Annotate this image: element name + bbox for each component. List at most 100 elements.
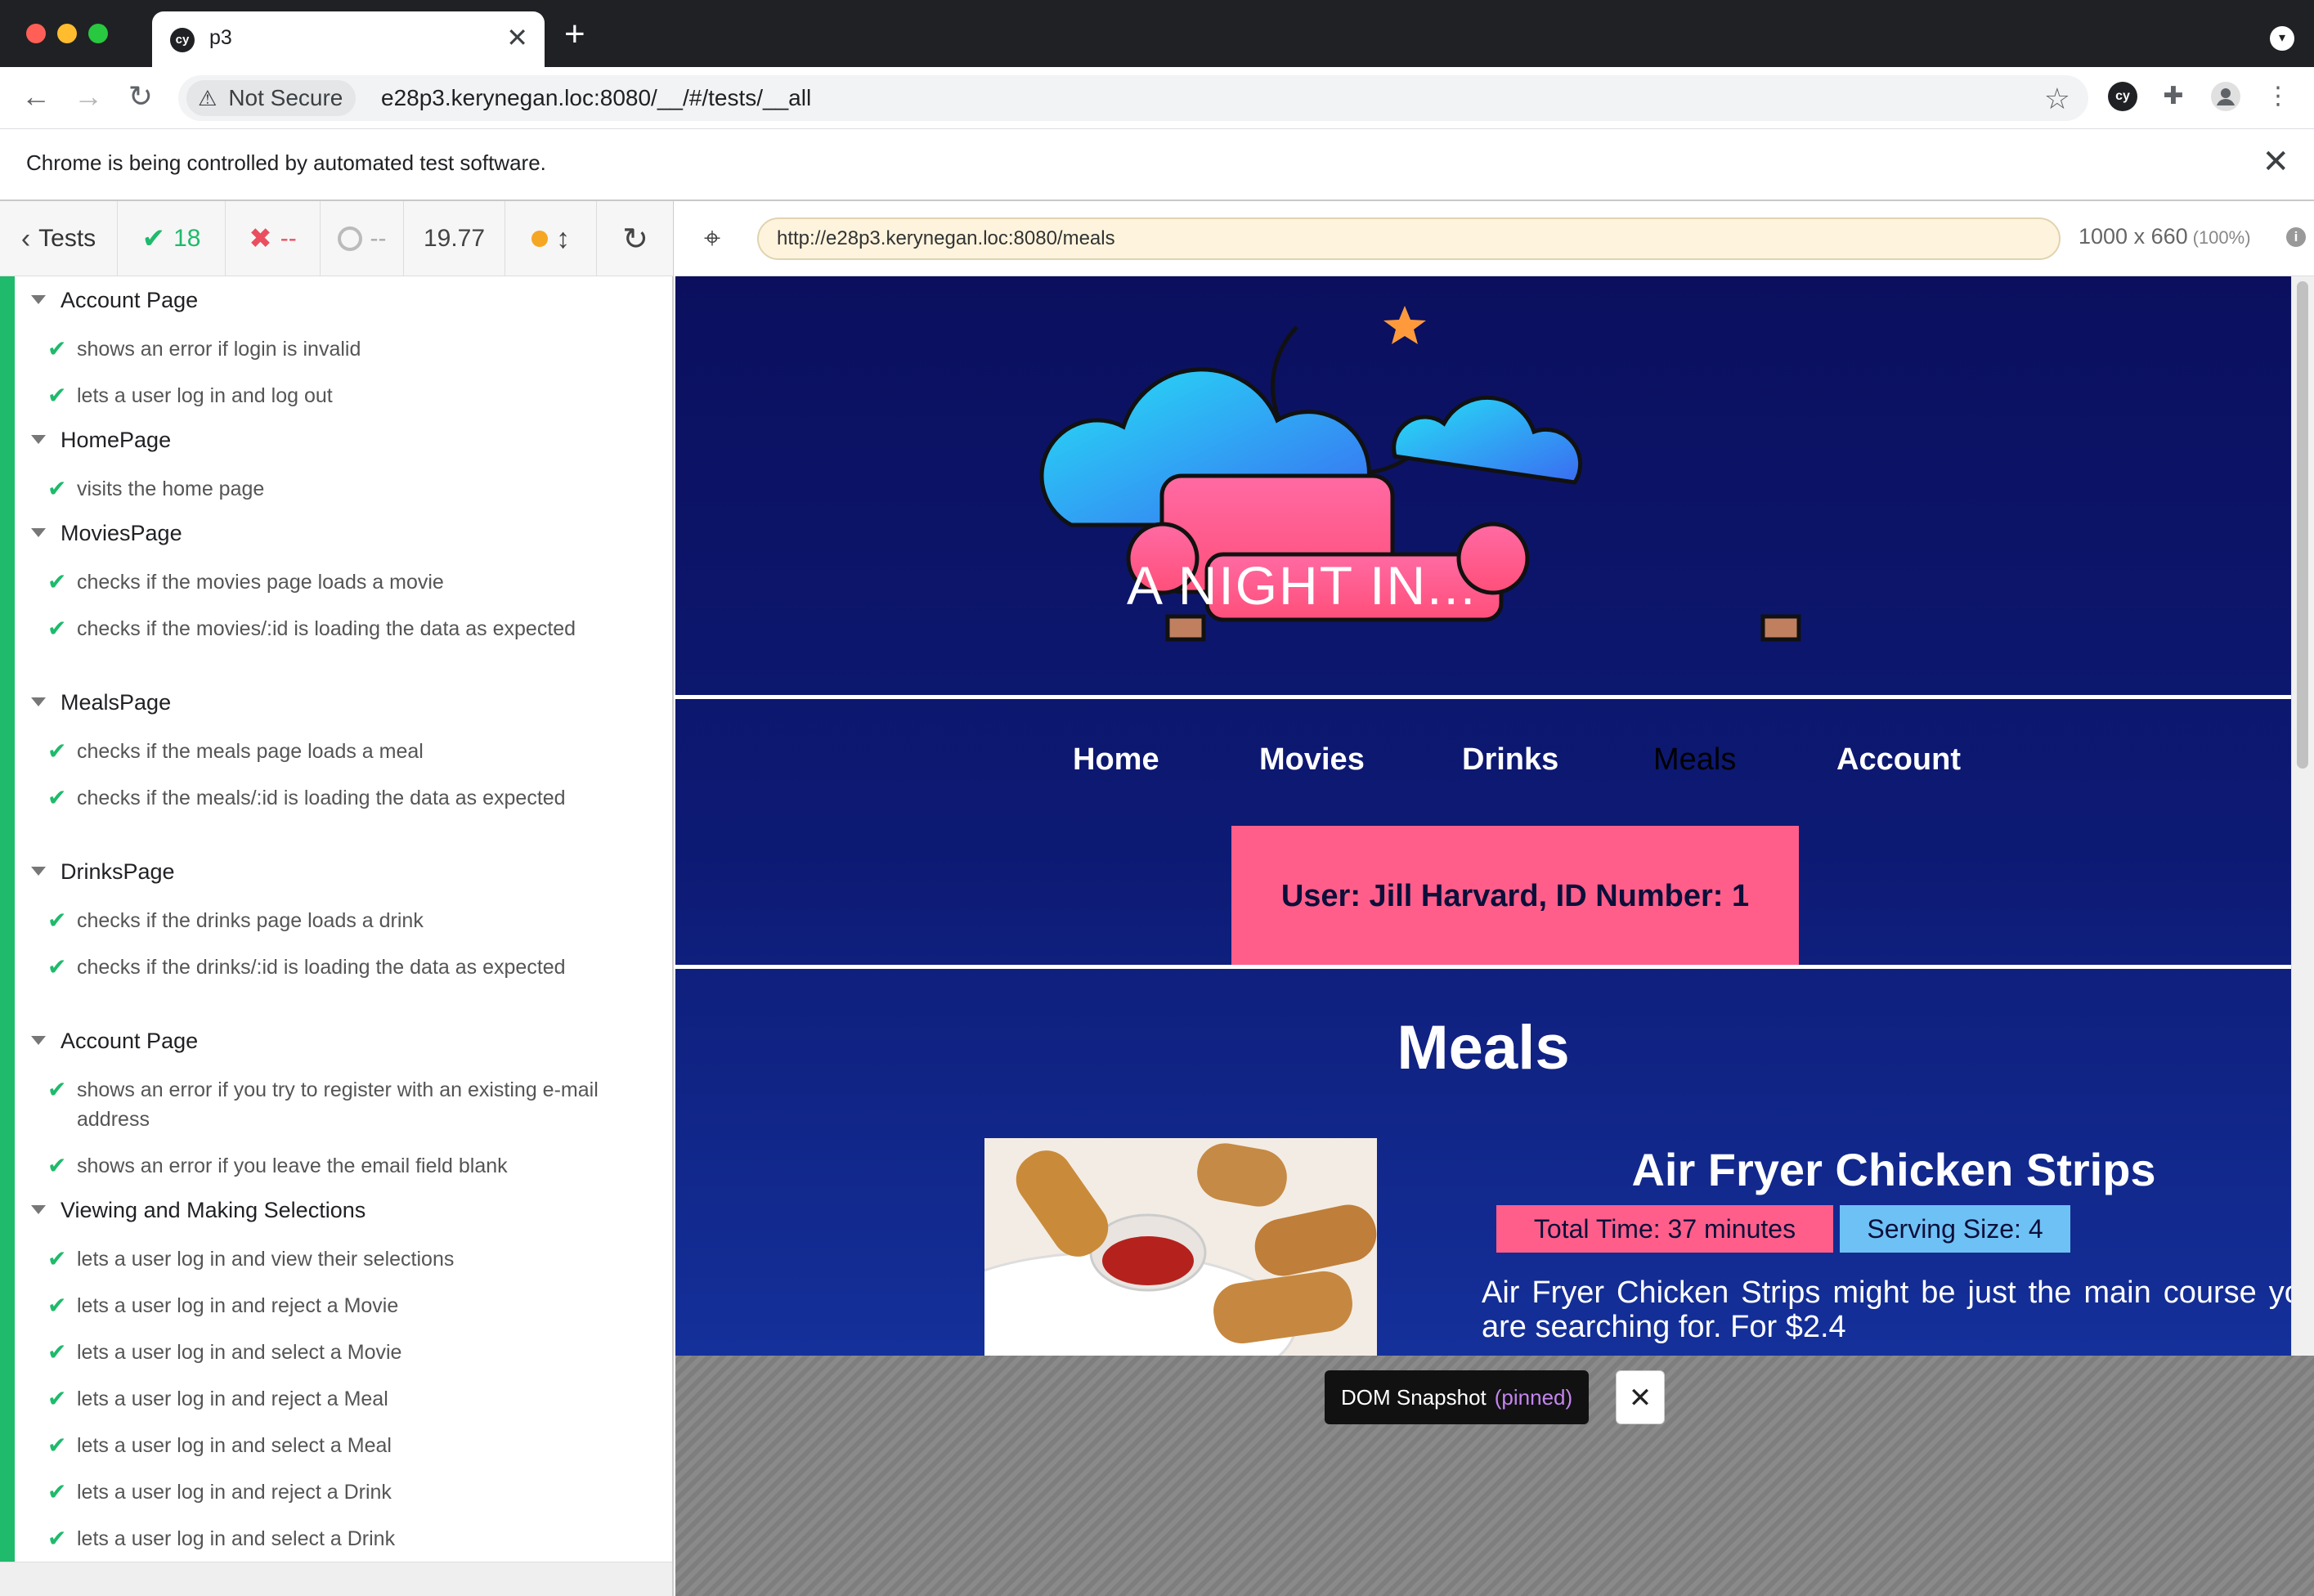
test-row[interactable]: ✔ checks if the meals page loads a meal bbox=[47, 737, 612, 766]
test-row[interactable]: ✔ checks if the meals/:id is loading the … bbox=[47, 783, 612, 813]
test-title: lets a user log in and reject a Movie bbox=[77, 1294, 399, 1317]
test-title: visits the home page bbox=[77, 477, 265, 500]
test-title: lets a user log in and select a Drink bbox=[77, 1527, 396, 1550]
passed-check-icon: ✔ bbox=[47, 1432, 67, 1458]
command-reporter: Account Page ✔ shows an error if login is … bbox=[0, 276, 674, 1596]
meal-photo[interactable] bbox=[984, 1138, 1377, 1356]
test-row[interactable]: ✔ checks if the movies page loads a movie bbox=[47, 567, 612, 597]
url-text[interactable]: e28p3.kerynegan.loc:8080/__/#/tests/__al… bbox=[381, 85, 811, 111]
test-row[interactable]: ✔ visits the home page bbox=[47, 474, 612, 504]
meal-title[interactable]: Air Fryer Chicken Strips bbox=[1526, 1143, 2262, 1196]
star-icon bbox=[1383, 306, 1426, 344]
suite-title[interactable]: DrinksPage bbox=[31, 859, 175, 885]
cypress-favicon-icon: cy bbox=[170, 28, 195, 52]
passed-check-icon: ✔ bbox=[47, 569, 67, 594]
test-title: checks if the meals page loads a meal bbox=[77, 740, 424, 763]
profile-avatar-icon[interactable] bbox=[2211, 82, 2240, 111]
passed-check-icon: ✔ bbox=[47, 1153, 67, 1178]
info-icon[interactable]: i bbox=[2286, 227, 2306, 247]
test-row[interactable]: ✔ shows an error if you try to register w… bbox=[47, 1075, 612, 1134]
back-to-tests-button[interactable]: ‹ Tests bbox=[0, 201, 118, 276]
address-bar[interactable]: ⚠ Not Secure e28p3.kerynegan.loc:8080/__… bbox=[178, 75, 2088, 121]
failed-value: -- bbox=[280, 225, 297, 252]
nav-movies[interactable]: Movies bbox=[1259, 742, 1365, 778]
viewport-size[interactable]: 1000 x 660 (100%) bbox=[2079, 224, 2251, 249]
test-row[interactable]: ✔ lets a user log in and log out bbox=[47, 381, 612, 410]
snapshot-state: (pinned) bbox=[1494, 1384, 1573, 1410]
window-close-button[interactable] bbox=[26, 24, 46, 43]
status-dot-icon bbox=[531, 231, 548, 247]
suite-label: Account Page bbox=[61, 1029, 199, 1053]
test-row[interactable]: ✔ lets a user log in and reject a Drink bbox=[47, 1477, 612, 1507]
test-row[interactable]: ✔ checks if the movies/:id is loading the… bbox=[47, 614, 612, 643]
scrollbar-thumb[interactable] bbox=[2297, 281, 2308, 769]
test-row[interactable]: ✔ shows an error if you leave the email f… bbox=[47, 1151, 612, 1181]
collapse-triangle-icon bbox=[31, 528, 46, 537]
test-row[interactable]: ✔ lets a user log in and select a Drink bbox=[47, 1524, 612, 1553]
nav-drinks[interactable]: Drinks bbox=[1462, 742, 1558, 778]
test-row[interactable]: ✔ shows an error if login is invalid bbox=[47, 334, 612, 364]
user-banner: User: Jill Harvard, ID Number: 1 bbox=[1231, 826, 1799, 966]
browser-tab[interactable]: cy p3 ✕ bbox=[152, 11, 545, 67]
suite-title[interactable]: Viewing and Making Selections bbox=[31, 1198, 365, 1223]
nav-home[interactable]: Home bbox=[1073, 742, 1159, 778]
test-row[interactable]: ✔ lets a user log in and reject a Meal bbox=[47, 1384, 612, 1414]
snapshot-close-icon[interactable]: ✕ bbox=[1616, 1370, 1665, 1424]
infobar-close-icon[interactable]: ✕ bbox=[2262, 144, 2289, 180]
test-row[interactable]: ✔ lets a user log in and reject a Movie bbox=[47, 1291, 612, 1320]
nav-account[interactable]: Account bbox=[1836, 742, 1961, 778]
new-tab-icon[interactable]: + bbox=[564, 16, 585, 52]
suite-title[interactable]: MealsPage bbox=[31, 690, 171, 715]
up-down-arrow-icon: ↕ bbox=[556, 222, 570, 254]
aut-scrollbar[interactable] bbox=[2291, 276, 2314, 1356]
viewport-dimensions: 1000 x 660 bbox=[2079, 224, 2188, 249]
pending-count[interactable]: -- bbox=[321, 201, 404, 276]
passed-check-icon: ✔ bbox=[47, 616, 67, 641]
bookmark-star-icon[interactable]: ☆ bbox=[2044, 82, 2070, 116]
warning-triangle-icon: ⚠ bbox=[198, 85, 217, 110]
suite-title[interactable]: Account Page bbox=[31, 288, 198, 313]
test-row[interactable]: ✔ checks if the drinks/:id is loading the… bbox=[47, 953, 612, 982]
window-zoom-button[interactable] bbox=[88, 24, 108, 43]
rerun-button[interactable]: ↻ bbox=[597, 201, 674, 276]
browser-menu-kebab-icon[interactable]: ⋮ bbox=[2263, 82, 2293, 111]
test-title: checks if the drinks page loads a drink bbox=[77, 909, 424, 932]
aut-header: ⌖ http://e28p3.kerynegan.loc:8080/meals … bbox=[675, 201, 2314, 276]
test-row[interactable]: ✔ lets a user log in and select a Movie bbox=[47, 1338, 612, 1367]
night-in-logo bbox=[1039, 306, 1801, 642]
passed-count[interactable]: ✔ 18 bbox=[118, 201, 226, 276]
suite-label: HomePage bbox=[61, 428, 172, 452]
test-title: checks if the drinks/:id is loading the … bbox=[77, 956, 566, 979]
aut-url-bar[interactable]: http://e28p3.kerynegan.loc:8080/meals bbox=[757, 217, 2061, 260]
divider-bottom bbox=[675, 965, 2291, 969]
test-title: lets a user log in and select a Movie bbox=[77, 1341, 402, 1364]
selector-playground-crosshair-icon[interactable]: ⌖ bbox=[693, 219, 731, 257]
suite-title[interactable]: HomePage bbox=[31, 428, 171, 453]
test-title: shows an error if you leave the email fi… bbox=[77, 1154, 508, 1177]
extensions-puzzle-icon[interactable]: ✚ bbox=[2159, 82, 2188, 111]
suite-title[interactable]: MoviesPage bbox=[31, 521, 182, 546]
passed-check-icon: ✔ bbox=[47, 1479, 67, 1504]
page-heading: Meals bbox=[1397, 1013, 1570, 1083]
cypress-extension-icon[interactable]: cy bbox=[2108, 82, 2137, 111]
failed-count[interactable]: ✖ -- bbox=[226, 201, 321, 276]
window-minimize-button[interactable] bbox=[57, 24, 77, 43]
nav-meals[interactable]: Meals bbox=[1653, 742, 1736, 778]
test-title: lets a user log in and reject a Drink bbox=[77, 1481, 392, 1504]
forward-arrow-icon[interactable]: → bbox=[70, 78, 106, 114]
reload-icon[interactable]: ↻ bbox=[123, 78, 159, 114]
test-title: checks if the movies page loads a movie bbox=[77, 571, 444, 594]
passed-check-icon: ✔ bbox=[47, 908, 67, 933]
reporter-footer bbox=[0, 1562, 672, 1596]
tab-search-chevron-icon[interactable]: ▾ bbox=[2270, 26, 2294, 51]
tab-close-icon[interactable]: ✕ bbox=[506, 23, 528, 52]
security-chip[interactable]: ⚠ Not Secure bbox=[186, 80, 357, 116]
suite-title[interactable]: Account Page bbox=[31, 1029, 198, 1054]
collapse-triangle-icon bbox=[31, 1205, 46, 1214]
test-row[interactable]: ✔ lets a user log in and select a Meal bbox=[47, 1431, 612, 1460]
runnable-status-bar bbox=[0, 276, 15, 1562]
test-row[interactable]: ✔ lets a user log in and view their selec… bbox=[47, 1244, 612, 1274]
test-row[interactable]: ✔ checks if the drinks page loads a drink bbox=[47, 906, 612, 935]
autoscroll-toggle[interactable]: ↕ bbox=[505, 201, 597, 276]
back-arrow-icon[interactable]: ← bbox=[18, 78, 54, 114]
